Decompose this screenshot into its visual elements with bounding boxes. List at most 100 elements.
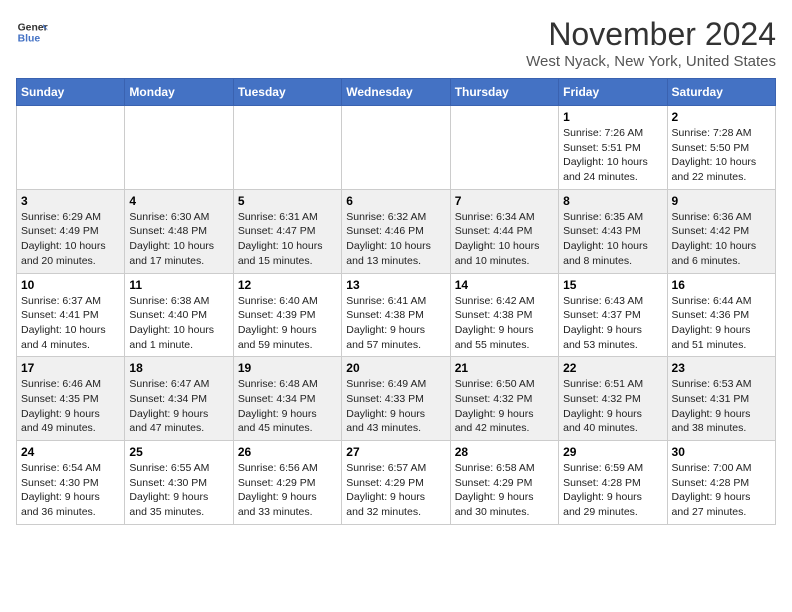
day-number: 21 — [455, 361, 554, 375]
day-number: 26 — [238, 445, 337, 459]
calendar-cell — [342, 106, 450, 190]
day-info: Sunrise: 6:38 AM Sunset: 4:40 PM Dayligh… — [129, 294, 228, 353]
calendar-cell: 14Sunrise: 6:42 AM Sunset: 4:38 PM Dayli… — [450, 273, 558, 357]
calendar-cell — [450, 106, 558, 190]
day-info: Sunrise: 6:37 AM Sunset: 4:41 PM Dayligh… — [21, 294, 120, 353]
calendar-cell: 3Sunrise: 6:29 AM Sunset: 4:49 PM Daylig… — [17, 189, 125, 273]
weekday-monday: Monday — [125, 79, 233, 106]
day-info: Sunrise: 6:48 AM Sunset: 4:34 PM Dayligh… — [238, 377, 337, 436]
week-row-2: 3Sunrise: 6:29 AM Sunset: 4:49 PM Daylig… — [17, 189, 776, 273]
day-number: 2 — [672, 110, 771, 124]
day-number: 4 — [129, 194, 228, 208]
calendar-cell: 28 Sunrise: 6:58 AM Sunset: 4:29 PM Dayli… — [450, 441, 558, 525]
day-info: Sunrise: 6:35 AM Sunset: 4:43 PM Dayligh… — [563, 210, 662, 269]
day-number: 10 — [21, 278, 120, 292]
day-number: 13 — [346, 278, 445, 292]
week-row-3: 10 Sunrise: 6:37 AM Sunset: 4:41 PM Dayli… — [17, 273, 776, 357]
calendar-cell: 26 Sunrise: 6:56 AM Sunset: 4:29 PM Dayli… — [233, 441, 341, 525]
day-info: Sunrise: 6:55 AM Sunset: 4:30 PM Dayligh… — [129, 461, 228, 520]
day-info: Sunrise: 6:42 AM Sunset: 4:38 PM Dayligh… — [455, 294, 554, 353]
calendar-cell: 27 Sunrise: 6:57 AM Sunset: 4:29 PM Dayli… — [342, 441, 450, 525]
day-info: Sunrise: 6:57 AM Sunset: 4:29 PM Dayligh… — [346, 461, 445, 520]
calendar-cell: 29 Sunrise: 6:59 AM Sunset: 4:28 PM Dayli… — [559, 441, 667, 525]
calendar-cell — [233, 106, 341, 190]
month-title: November 2024 — [526, 16, 776, 53]
weekday-thursday: Thursday — [450, 79, 558, 106]
week-row-4: 17 Sunrise: 6:46 AM Sunset: 4:35 PM Dayli… — [17, 357, 776, 441]
day-number: 5 — [238, 194, 337, 208]
day-number: 28 — [455, 445, 554, 459]
day-number: 11 — [129, 278, 228, 292]
location: West Nyack, New York, United States — [526, 53, 776, 70]
calendar-table: SundayMondayTuesdayWednesdayThursdayFrid… — [16, 78, 776, 525]
day-number: 22 — [563, 361, 662, 375]
day-number: 15 — [563, 278, 662, 292]
day-number: 16 — [672, 278, 771, 292]
calendar-cell — [17, 106, 125, 190]
page-header: General Blue November 2024 West Nyack, N… — [16, 16, 776, 70]
calendar-cell: 23Sunrise: 6:53 AM Sunset: 4:31 PM Dayli… — [667, 357, 775, 441]
day-info: Sunrise: 6:59 AM Sunset: 4:28 PM Dayligh… — [563, 461, 662, 520]
svg-text:Blue: Blue — [18, 34, 41, 45]
calendar-cell: 8 Sunrise: 6:35 AM Sunset: 4:43 PM Daylig… — [559, 189, 667, 273]
week-row-1: 1Sunrise: 7:26 AM Sunset: 5:51 PM Daylig… — [17, 106, 776, 190]
day-number: 7 — [455, 194, 554, 208]
day-info: Sunrise: 6:50 AM Sunset: 4:32 PM Dayligh… — [455, 377, 554, 436]
day-info: Sunrise: 6:46 AM Sunset: 4:35 PM Dayligh… — [21, 377, 120, 436]
calendar-cell: 12Sunrise: 6:40 AM Sunset: 4:39 PM Dayli… — [233, 273, 341, 357]
logo: General Blue — [16, 16, 48, 48]
calendar-cell: 4 Sunrise: 6:30 AM Sunset: 4:48 PM Daylig… — [125, 189, 233, 273]
day-info: Sunrise: 6:54 AM Sunset: 4:30 PM Dayligh… — [21, 461, 120, 520]
calendar-cell: 17 Sunrise: 6:46 AM Sunset: 4:35 PM Dayli… — [17, 357, 125, 441]
day-number: 29 — [563, 445, 662, 459]
calendar-cell: 10 Sunrise: 6:37 AM Sunset: 4:41 PM Dayli… — [17, 273, 125, 357]
logo-icon: General Blue — [16, 16, 48, 48]
day-number: 27 — [346, 445, 445, 459]
day-number: 20 — [346, 361, 445, 375]
day-info: Sunrise: 6:53 AM Sunset: 4:31 PM Dayligh… — [672, 377, 771, 436]
calendar-cell: 6Sunrise: 6:32 AM Sunset: 4:46 PM Daylig… — [342, 189, 450, 273]
calendar-cell: 15Sunrise: 6:43 AM Sunset: 4:37 PM Dayli… — [559, 273, 667, 357]
day-info: Sunrise: 6:51 AM Sunset: 4:32 PM Dayligh… — [563, 377, 662, 436]
calendar-cell: 11 Sunrise: 6:38 AM Sunset: 4:40 PM Dayli… — [125, 273, 233, 357]
day-number: 8 — [563, 194, 662, 208]
svg-text:General: General — [18, 22, 48, 33]
weekday-sunday: Sunday — [17, 79, 125, 106]
calendar-cell: 2 Sunrise: 7:28 AM Sunset: 5:50 PM Daylig… — [667, 106, 775, 190]
calendar-cell: 13Sunrise: 6:41 AM Sunset: 4:38 PM Dayli… — [342, 273, 450, 357]
calendar-cell: 9 Sunrise: 6:36 AM Sunset: 4:42 PM Daylig… — [667, 189, 775, 273]
calendar-body: 1Sunrise: 7:26 AM Sunset: 5:51 PM Daylig… — [17, 106, 776, 525]
calendar-cell: 5 Sunrise: 6:31 AM Sunset: 4:47 PM Daylig… — [233, 189, 341, 273]
day-info: Sunrise: 6:34 AM Sunset: 4:44 PM Dayligh… — [455, 210, 554, 269]
calendar-cell: 24 Sunrise: 6:54 AM Sunset: 4:30 PM Dayli… — [17, 441, 125, 525]
day-number: 30 — [672, 445, 771, 459]
day-number: 6 — [346, 194, 445, 208]
day-number: 9 — [672, 194, 771, 208]
calendar-cell: 22 Sunrise: 6:51 AM Sunset: 4:32 PM Dayli… — [559, 357, 667, 441]
weekday-tuesday: Tuesday — [233, 79, 341, 106]
day-info: Sunrise: 6:49 AM Sunset: 4:33 PM Dayligh… — [346, 377, 445, 436]
calendar-cell: 1Sunrise: 7:26 AM Sunset: 5:51 PM Daylig… — [559, 106, 667, 190]
calendar-cell: 20 Sunrise: 6:49 AM Sunset: 4:33 PM Dayli… — [342, 357, 450, 441]
day-info: Sunrise: 6:30 AM Sunset: 4:48 PM Dayligh… — [129, 210, 228, 269]
day-info: Sunrise: 6:36 AM Sunset: 4:42 PM Dayligh… — [672, 210, 771, 269]
day-info: Sunrise: 7:26 AM Sunset: 5:51 PM Dayligh… — [563, 126, 662, 185]
calendar-cell: 18Sunrise: 6:47 AM Sunset: 4:34 PM Dayli… — [125, 357, 233, 441]
day-number: 24 — [21, 445, 120, 459]
day-number: 3 — [21, 194, 120, 208]
calendar-cell: 16Sunrise: 6:44 AM Sunset: 4:36 PM Dayli… — [667, 273, 775, 357]
calendar-cell: 25Sunrise: 6:55 AM Sunset: 4:30 PM Dayli… — [125, 441, 233, 525]
week-row-5: 24 Sunrise: 6:54 AM Sunset: 4:30 PM Dayli… — [17, 441, 776, 525]
day-info: Sunrise: 6:56 AM Sunset: 4:29 PM Dayligh… — [238, 461, 337, 520]
title-block: November 2024 West Nyack, New York, Unit… — [526, 16, 776, 70]
day-info: Sunrise: 7:28 AM Sunset: 5:50 PM Dayligh… — [672, 126, 771, 185]
calendar-cell: 21 Sunrise: 6:50 AM Sunset: 4:32 PM Dayli… — [450, 357, 558, 441]
day-info: Sunrise: 6:31 AM Sunset: 4:47 PM Dayligh… — [238, 210, 337, 269]
calendar-cell: 19Sunrise: 6:48 AM Sunset: 4:34 PM Dayli… — [233, 357, 341, 441]
weekday-header-row: SundayMondayTuesdayWednesdayThursdayFrid… — [17, 79, 776, 106]
day-info: Sunrise: 6:47 AM Sunset: 4:34 PM Dayligh… — [129, 377, 228, 436]
day-number: 17 — [21, 361, 120, 375]
weekday-friday: Friday — [559, 79, 667, 106]
day-info: Sunrise: 6:58 AM Sunset: 4:29 PM Dayligh… — [455, 461, 554, 520]
calendar-cell: 30Sunrise: 7:00 AM Sunset: 4:28 PM Dayli… — [667, 441, 775, 525]
